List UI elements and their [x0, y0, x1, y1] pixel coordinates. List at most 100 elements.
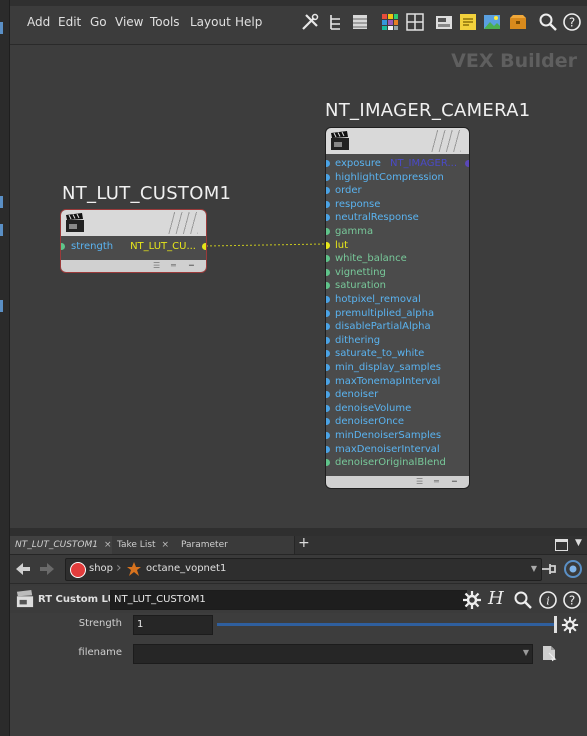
menu-go[interactable]: Go [90, 15, 107, 29]
path-bar: shop › octane_vopnet1 ▼ [10, 555, 587, 584]
input-port-dot[interactable] [326, 364, 330, 371]
camera-node[interactable]: NT_IMAGER... exposure highlightCompressio… [325, 127, 470, 489]
help-icon[interactable]: ? [562, 12, 582, 32]
input-port-dot[interactable] [326, 268, 330, 276]
lut-node-title: NT_LUT_CUSTOM1 [62, 183, 232, 204]
input-port-dot[interactable] [326, 200, 330, 208]
svg-text:?: ? [569, 594, 575, 608]
tab-take-list[interactable]: Take List × [112, 536, 181, 554]
tab-label: NT_LUT_CUSTOM1 [15, 540, 98, 550]
strength-label: Strength [78, 618, 122, 629]
camera-node-title: NT_IMAGER_CAMERA1 [325, 100, 531, 121]
lut-node[interactable]: strength NT_LUT_CU... ☰ ═ ━ [60, 209, 207, 273]
color-palette-icon[interactable] [380, 12, 400, 32]
back-arrow-icon[interactable] [14, 560, 32, 578]
gear-icon[interactable] [462, 590, 482, 610]
input-port-dot[interactable] [326, 336, 330, 344]
sticky-note-icon[interactable] [458, 12, 478, 32]
input-port-dot[interactable] [326, 323, 330, 331]
filename-field[interactable]: ▼ [133, 644, 533, 664]
input-port-dot[interactable] [326, 282, 330, 290]
node-header [61, 210, 206, 236]
grid-layout-icon[interactable] [405, 12, 425, 32]
input-port-dot[interactable] [326, 418, 330, 426]
search-icon[interactable] [538, 12, 558, 32]
input-port-dot[interactable] [326, 459, 330, 467]
tree-view-icon[interactable] [326, 12, 346, 32]
path-dropdown-icon[interactable]: ▼ [531, 564, 537, 573]
input-port-neutralResponse: neutralResponse [335, 212, 419, 224]
node-name-field[interactable]: NT_LUT_CUSTOM1 [110, 590, 467, 610]
input-port-dot[interactable] [326, 173, 330, 181]
input-port-dot[interactable] [326, 296, 330, 303]
path-field[interactable]: shop › octane_vopnet1 ▼ [65, 558, 542, 581]
input-port-minDenoiserSamples: minDenoiserSamples [335, 430, 442, 441]
network-box-icon[interactable] [434, 12, 454, 32]
asset-box-icon[interactable] [508, 12, 528, 32]
svg-text:?: ? [569, 16, 575, 30]
filename-label: filename [78, 647, 122, 658]
input-port-order: order [335, 185, 362, 197]
shop-network-icon [70, 562, 86, 578]
strength-field[interactable]: 1 [133, 615, 213, 635]
menu-help[interactable]: Help [235, 15, 262, 29]
input-port-dot[interactable] [326, 241, 330, 249]
search-icon[interactable] [513, 590, 533, 610]
tab-nt-lut-custom1[interactable]: NT_LUT_CUSTOM1 × [10, 536, 116, 554]
input-port-denoiserOnce: denoiserOnce [335, 416, 405, 428]
pin-icon[interactable] [540, 561, 558, 577]
network-toolbar: Add Edit Go View Tools Layout Help ? [10, 0, 587, 45]
forward-arrow-icon[interactable] [38, 560, 56, 578]
input-port-dot[interactable] [326, 404, 330, 412]
help-icon[interactable]: ? [562, 590, 582, 610]
left-pane-edge [0, 0, 10, 736]
menu-add[interactable]: Add [27, 15, 50, 29]
filename-dropdown-icon[interactable]: ▼ [523, 648, 529, 657]
input-port-dot[interactable] [326, 187, 330, 195]
close-icon[interactable]: × [104, 540, 112, 550]
strength-slider[interactable] [217, 616, 557, 633]
input-port-dot[interactable] [326, 214, 330, 222]
output-port-dot[interactable] [202, 243, 206, 250]
image-background-icon[interactable] [482, 12, 502, 32]
vopnet-icon [127, 562, 141, 576]
link-target-icon[interactable] [563, 559, 583, 579]
menu-layout[interactable]: Layout [190, 15, 231, 29]
clapperboard-icon [331, 131, 349, 150]
input-port-dot[interactable] [326, 432, 330, 439]
menu-edit[interactable]: Edit [58, 15, 81, 29]
pane-layout-icon[interactable] [555, 539, 568, 551]
pane-marker [0, 224, 3, 236]
path-node[interactable]: octane_vopnet1 [146, 563, 226, 574]
output-port-dot[interactable] [465, 160, 469, 167]
gear-icon[interactable] [561, 616, 579, 634]
tools-icon[interactable] [300, 12, 320, 32]
parameter-header: RT Custom LUT NT_LUT_CUSTOM1 H i ? [10, 586, 587, 613]
menu-tools[interactable]: Tools [150, 15, 180, 29]
input-port-dot[interactable] [61, 243, 65, 250]
info-icon[interactable]: i [538, 590, 558, 610]
input-port-dot[interactable] [326, 309, 330, 317]
network-editor[interactable]: VEX Builder NT_LUT_CUSTOM1 strength NT_L… [10, 45, 587, 528]
file-chooser-icon[interactable] [540, 644, 558, 662]
input-port-dot[interactable] [326, 391, 330, 399]
input-port-dot[interactable] [326, 160, 330, 167]
add-tab-button[interactable]: + [298, 535, 310, 551]
close-icon[interactable]: × [162, 540, 170, 550]
slider-handle[interactable] [554, 616, 557, 633]
menu-view[interactable]: View [115, 15, 143, 29]
input-port-dot[interactable] [326, 350, 330, 358]
input-port-white_balance: white_balance [335, 253, 407, 265]
input-port-dot[interactable] [326, 228, 330, 235]
input-port-dot[interactable] [326, 255, 330, 263]
input-port-exposure: exposure [335, 158, 381, 169]
pane-menu-icon[interactable]: ▼ [575, 538, 582, 548]
help-h-icon[interactable]: H [488, 588, 504, 609]
input-port-denoiser: denoiser [335, 389, 379, 401]
list-view-icon[interactable] [350, 12, 370, 32]
tab-parameter-spreadsheet[interactable]: Parameter Spreadsheet× [176, 536, 295, 568]
pane-tab-bar: NT_LUT_CUSTOM1 × Take List × Parameter Spr… [10, 535, 587, 568]
input-port-dot[interactable] [326, 445, 330, 453]
input-port-dot[interactable] [326, 377, 330, 385]
path-root[interactable]: shop [89, 563, 113, 574]
